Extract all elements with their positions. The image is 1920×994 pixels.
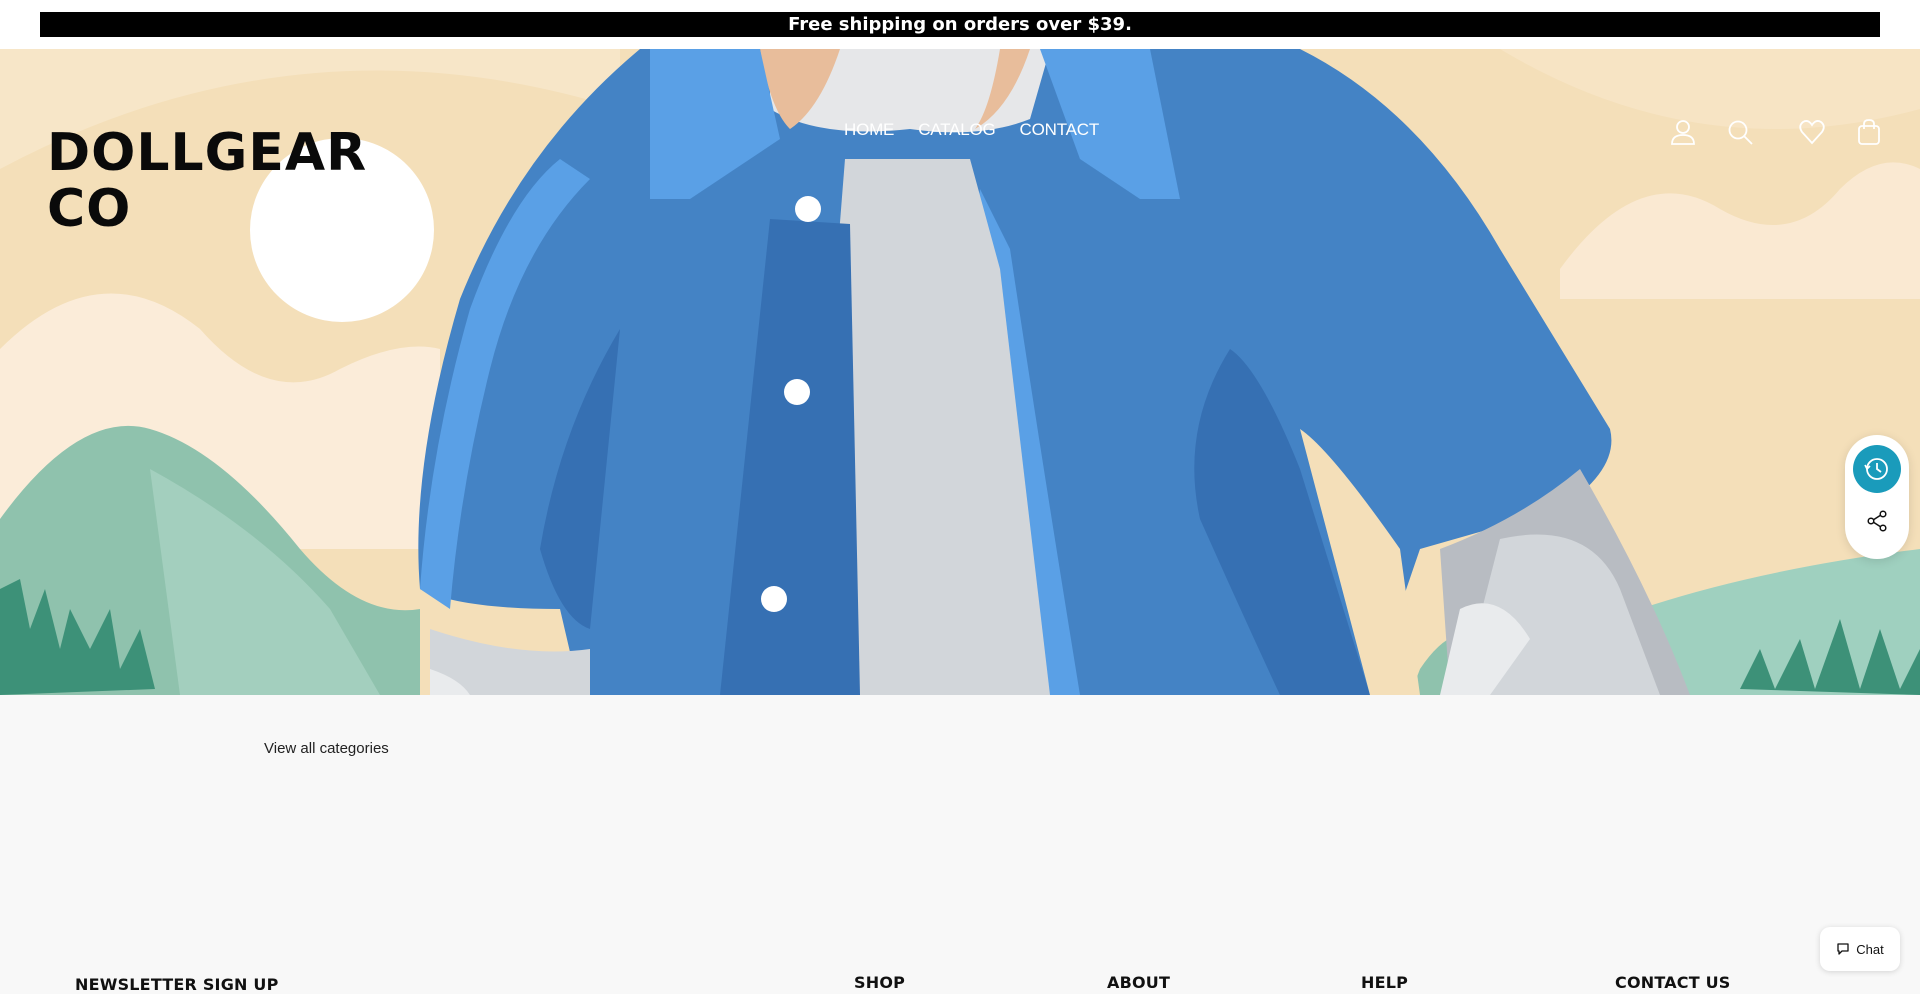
- history-icon: [1864, 458, 1888, 480]
- search-icon[interactable]: [1725, 117, 1755, 147]
- share-icon: [1867, 510, 1887, 532]
- chat-icon: [1837, 943, 1849, 955]
- floating-tools: [1845, 435, 1909, 559]
- nav-home[interactable]: HOME: [844, 120, 894, 140]
- footer-contact-heading: CONTACT US: [1615, 973, 1731, 992]
- account-icon[interactable]: [1668, 117, 1698, 147]
- footer-help-heading: HELP: [1361, 973, 1409, 992]
- announcement-strip: Free shipping on orders over $39.: [0, 0, 1920, 49]
- chat-label: Chat: [1856, 941, 1884, 957]
- view-all-categories-link[interactable]: View all categories: [264, 740, 389, 757]
- brand-line-1: DOLLGEAR: [47, 123, 368, 183]
- main-nav: HOME CATALOG CONTACT: [844, 120, 1099, 140]
- chat-button[interactable]: Chat: [1820, 927, 1900, 971]
- brand-line-2: CO: [47, 179, 132, 239]
- newsletter-heading: NEWSLETTER SIGN UP: [75, 975, 279, 994]
- hero-banner: DOLLGEAR CO: [0, 49, 1920, 695]
- footer-about-heading: ABOUT: [1107, 973, 1171, 992]
- share-button[interactable]: [1865, 509, 1889, 533]
- brand-logo[interactable]: DOLLGEAR CO: [47, 125, 367, 237]
- nav-contact[interactable]: CONTACT: [1020, 120, 1100, 140]
- history-button[interactable]: [1853, 445, 1901, 493]
- wishlist-icon[interactable]: [1797, 117, 1827, 147]
- cart-icon[interactable]: [1854, 117, 1884, 147]
- announcement-bar: Free shipping on orders over $39.: [40, 12, 1880, 37]
- nav-catalog[interactable]: CATALOG: [918, 120, 996, 140]
- footer-shop-heading: SHOP: [854, 973, 906, 992]
